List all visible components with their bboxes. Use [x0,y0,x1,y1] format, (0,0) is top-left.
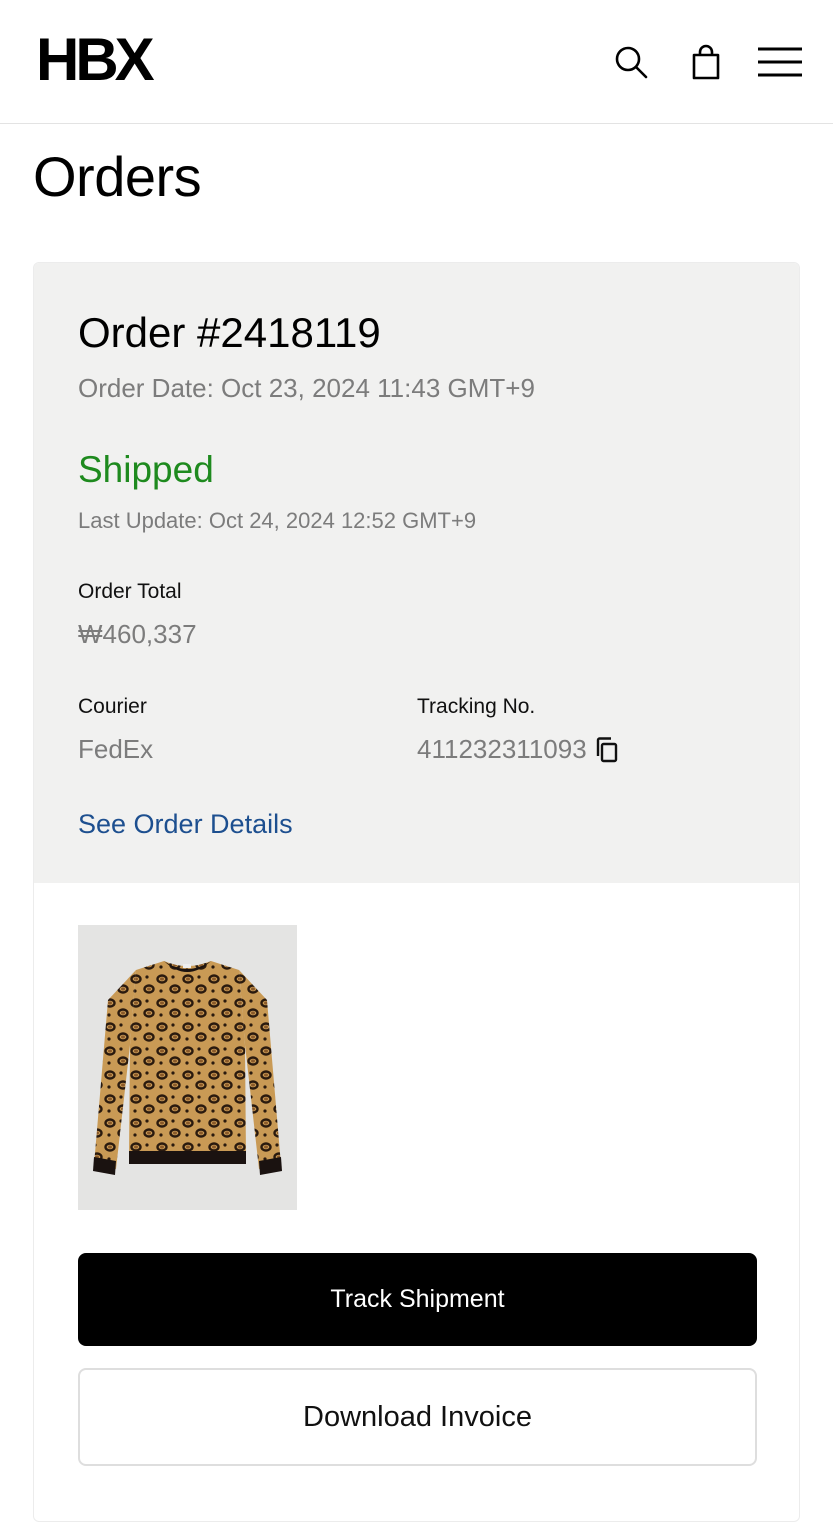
courier-label: Courier [78,695,147,718]
site-header: HBX [0,0,833,124]
page-title: Orders [33,145,202,208]
search-button[interactable] [609,40,653,84]
hamburger-menu-icon [758,47,802,77]
leopard-sweater-image [93,961,282,1175]
order-total-value: ₩460,337 [78,619,197,649]
last-update: Last Update: Oct 24, 2024 12:52 GMT+9 [78,508,477,533]
download-invoice-button[interactable]: Download Invoice [78,1368,757,1466]
order-total-label: Order Total [78,580,182,603]
order-number: Order #2418119 [78,309,381,356]
order-date: Order Date: Oct 23, 2024 11:43 GMT+9 [78,373,535,403]
track-shipment-button[interactable]: Track Shipment [78,1253,757,1346]
courier-value: FedEx [78,734,154,764]
copy-tracking-button[interactable] [595,736,619,763]
tracking-number-value: 411232311093 [417,734,587,764]
product-thumbnail[interactable] [78,925,297,1210]
hbx-logo[interactable]: HBX [36,30,155,90]
menu-button[interactable] [756,40,804,84]
tracking-number-label: Tracking No. [417,695,536,718]
copy-icon [596,736,617,762]
shopping-bag-icon [692,44,720,80]
see-order-details-link[interactable]: See Order Details [78,809,293,840]
cart-button[interactable] [684,40,728,84]
search-icon [615,46,648,79]
tracking-number-row: 411232311093 [417,734,619,765]
order-summary: Order #2418119 Order Date: Oct 23, 2024 … [34,263,799,883]
order-card: Order #2418119 Order Date: Oct 23, 2024 … [33,262,800,1522]
order-status: Shipped [78,449,214,490]
